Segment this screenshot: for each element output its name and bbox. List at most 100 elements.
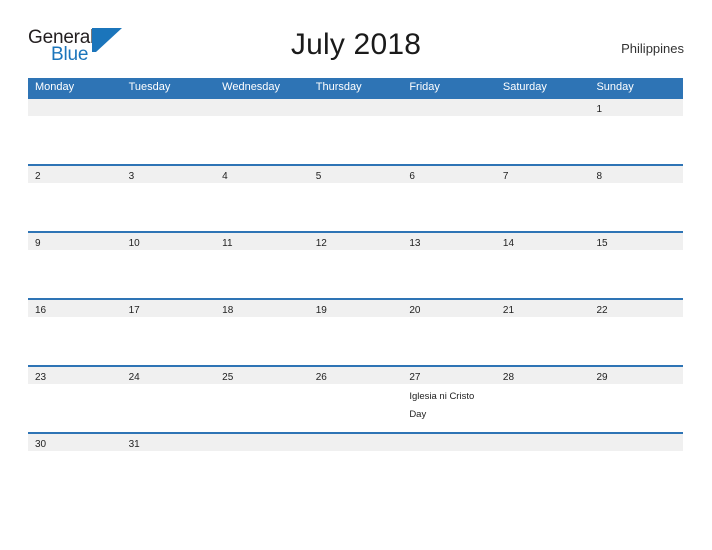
week-daynumber-band: 9 10 11 12 13 14 15 bbox=[28, 233, 683, 250]
day-cell[interactable]: 28 bbox=[496, 367, 590, 384]
event-cell[interactable] bbox=[28, 250, 122, 298]
day-cell[interactable]: 9 bbox=[28, 233, 122, 250]
day-cell[interactable]: 16 bbox=[28, 300, 122, 317]
day-number: 6 bbox=[409, 171, 415, 182]
day-cell[interactable]: 18 bbox=[215, 300, 309, 317]
day-cell[interactable]: 15 bbox=[589, 233, 683, 250]
day-number: 7 bbox=[502, 171, 509, 182]
weekday-header-friday: Friday bbox=[409, 81, 440, 93]
event-cell[interactable] bbox=[309, 183, 403, 231]
event-cell[interactable] bbox=[496, 384, 590, 432]
day-number: 13 bbox=[409, 238, 421, 249]
day-cell[interactable]: 2 bbox=[28, 166, 122, 183]
event-cell[interactable] bbox=[309, 250, 403, 298]
day-cell[interactable]: 23 bbox=[28, 367, 122, 384]
day-cell[interactable]: 11 bbox=[215, 233, 309, 250]
day-cell[interactable]: 19 bbox=[309, 300, 403, 317]
event-cell[interactable] bbox=[28, 384, 122, 432]
day-cell[interactable] bbox=[589, 434, 683, 451]
day-cell[interactable]: 3 bbox=[122, 166, 216, 183]
day-cell[interactable] bbox=[402, 99, 496, 116]
event-cell[interactable] bbox=[496, 183, 590, 231]
event-cell[interactable] bbox=[215, 384, 309, 432]
event-cell[interactable] bbox=[122, 451, 216, 499]
day-cell[interactable]: 14 bbox=[496, 233, 590, 250]
day-cell[interactable]: 6 bbox=[402, 166, 496, 183]
day-cell[interactable]: 25 bbox=[215, 367, 309, 384]
event-cell[interactable] bbox=[589, 183, 683, 231]
week-events-band: Iglesia ni Cristo Day bbox=[28, 384, 683, 432]
day-cell[interactable]: 5 bbox=[309, 166, 403, 183]
event-cell[interactable] bbox=[589, 451, 683, 499]
event-cell[interactable] bbox=[122, 116, 216, 164]
day-cell[interactable] bbox=[496, 434, 590, 451]
day-cell[interactable] bbox=[309, 434, 403, 451]
day-cell[interactable]: 24 bbox=[122, 367, 216, 384]
event-cell[interactable] bbox=[402, 183, 496, 231]
page-header: General Blue July 2018 Philippines bbox=[28, 22, 684, 70]
event-cell[interactable] bbox=[28, 116, 122, 164]
day-cell[interactable]: 26 bbox=[309, 367, 403, 384]
day-cell[interactable] bbox=[402, 434, 496, 451]
event-cell[interactable]: Iglesia ni Cristo Day bbox=[402, 384, 496, 432]
event-cell[interactable] bbox=[496, 317, 590, 365]
day-cell[interactable]: 4 bbox=[215, 166, 309, 183]
day-cell[interactable]: 22 bbox=[589, 300, 683, 317]
day-cell[interactable]: 21 bbox=[496, 300, 590, 317]
event-cell[interactable] bbox=[402, 116, 496, 164]
event-cell[interactable] bbox=[122, 317, 216, 365]
day-cell[interactable]: 1 bbox=[589, 99, 683, 116]
day-number: 29 bbox=[596, 372, 608, 383]
event-cell[interactable] bbox=[215, 116, 309, 164]
event-cell[interactable] bbox=[28, 451, 122, 499]
event-cell[interactable] bbox=[309, 116, 403, 164]
event-cell[interactable] bbox=[589, 384, 683, 432]
event-cell[interactable] bbox=[402, 317, 496, 365]
event-cell[interactable] bbox=[122, 384, 216, 432]
event-cell[interactable] bbox=[309, 384, 403, 432]
day-cell[interactable]: 12 bbox=[309, 233, 403, 250]
event-cell[interactable] bbox=[589, 116, 683, 164]
event-cell[interactable] bbox=[215, 183, 309, 231]
day-number: 8 bbox=[596, 171, 603, 182]
event-cell[interactable] bbox=[402, 250, 496, 298]
day-cell[interactable]: 20 bbox=[402, 300, 496, 317]
event-cell[interactable] bbox=[215, 317, 309, 365]
event-cell[interactable] bbox=[215, 250, 309, 298]
day-number: 15 bbox=[596, 238, 608, 249]
event-cell[interactable] bbox=[589, 317, 683, 365]
day-number: 2 bbox=[35, 171, 41, 182]
day-cell[interactable] bbox=[309, 99, 403, 116]
day-cell[interactable]: 7 bbox=[496, 166, 590, 183]
day-cell[interactable]: 17 bbox=[122, 300, 216, 317]
day-number bbox=[402, 104, 409, 115]
day-cell[interactable]: 13 bbox=[402, 233, 496, 250]
day-cell[interactable]: 8 bbox=[589, 166, 683, 183]
day-cell[interactable]: 30 bbox=[28, 434, 122, 451]
event-cell[interactable] bbox=[496, 451, 590, 499]
event-cell[interactable] bbox=[215, 451, 309, 499]
day-cell[interactable]: 29 bbox=[589, 367, 683, 384]
event-cell[interactable] bbox=[28, 183, 122, 231]
day-cell[interactable]: 31 bbox=[122, 434, 216, 451]
day-cell[interactable] bbox=[215, 434, 309, 451]
event-cell[interactable] bbox=[28, 317, 122, 365]
event-cell[interactable] bbox=[496, 250, 590, 298]
day-number: 3 bbox=[128, 171, 135, 182]
event-cell[interactable] bbox=[122, 250, 216, 298]
day-cell[interactable]: 10 bbox=[122, 233, 216, 250]
calendar-page: General Blue July 2018 Philippines Monda… bbox=[0, 0, 712, 550]
event-cell[interactable] bbox=[309, 317, 403, 365]
event-cell[interactable] bbox=[122, 183, 216, 231]
day-cell[interactable] bbox=[122, 99, 216, 116]
day-cell[interactable] bbox=[28, 99, 122, 116]
day-cell[interactable]: 27 bbox=[402, 367, 496, 384]
event-cell[interactable] bbox=[496, 116, 590, 164]
event-cell[interactable] bbox=[402, 451, 496, 499]
day-cell[interactable] bbox=[496, 99, 590, 116]
day-number bbox=[122, 104, 129, 115]
event-cell[interactable] bbox=[589, 250, 683, 298]
event-cell[interactable] bbox=[309, 451, 403, 499]
week-row: 30 31 bbox=[28, 432, 683, 499]
day-cell[interactable] bbox=[215, 99, 309, 116]
